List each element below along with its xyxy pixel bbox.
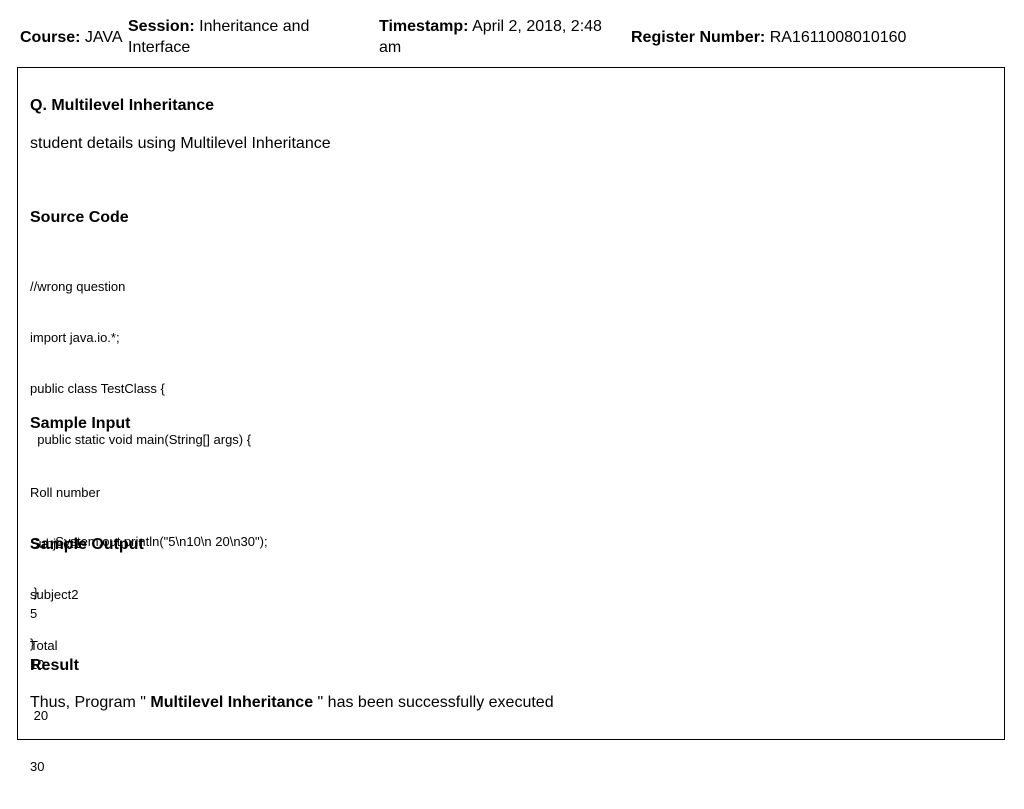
- course-label: Course:: [20, 29, 81, 46]
- register-label: Register Number:: [631, 29, 766, 46]
- result-statement: Thus, Program " Multilevel Inheritance "…: [30, 693, 554, 713]
- sample-output-title: Sample Output: [30, 536, 144, 553]
- result-title: Result: [30, 657, 79, 674]
- question-panel: Q. Multilevel Inheritance student detail…: [17, 67, 1005, 774]
- source-code-title: Source Code: [30, 209, 129, 226]
- register-value: RA1611008010160: [769, 29, 907, 46]
- sample-output-block: 5 10 20 30: [30, 571, 48, 809]
- header-bar: Course: JAVA Session: Inheritance and In…: [20, 16, 1010, 60]
- session-label: Session:: [128, 18, 195, 35]
- timestamp-field: Timestamp: April 2, 2018, 2:48 am: [379, 16, 619, 58]
- output-line: 30: [30, 759, 45, 774]
- course-value: JAVA: [84, 29, 123, 46]
- question-title: Q. Multilevel Inheritance: [30, 97, 215, 114]
- code-line: public class TestClass {: [30, 381, 165, 396]
- input-line: Roll number: [30, 485, 101, 500]
- sample-input-title: Sample Input: [30, 415, 131, 432]
- code-line: import java.io.*;: [30, 330, 120, 345]
- register-number-field: Register Number: RA1611008010160: [631, 27, 1011, 48]
- timestamp-label: Timestamp:: [379, 18, 469, 35]
- result-prefix: Thus, Program ": [30, 694, 151, 711]
- result-suffix: " has been successfully executed: [313, 694, 554, 711]
- question-description: student details using Multilevel Inherit…: [30, 135, 331, 152]
- course-field: Course: JAVA: [20, 27, 128, 48]
- output-line: 5: [30, 606, 38, 621]
- result-program-name: Multilevel Inheritance: [150, 694, 314, 711]
- code-line: //wrong question: [30, 279, 126, 294]
- session-field: Session: Inheritance and Interface: [128, 16, 368, 58]
